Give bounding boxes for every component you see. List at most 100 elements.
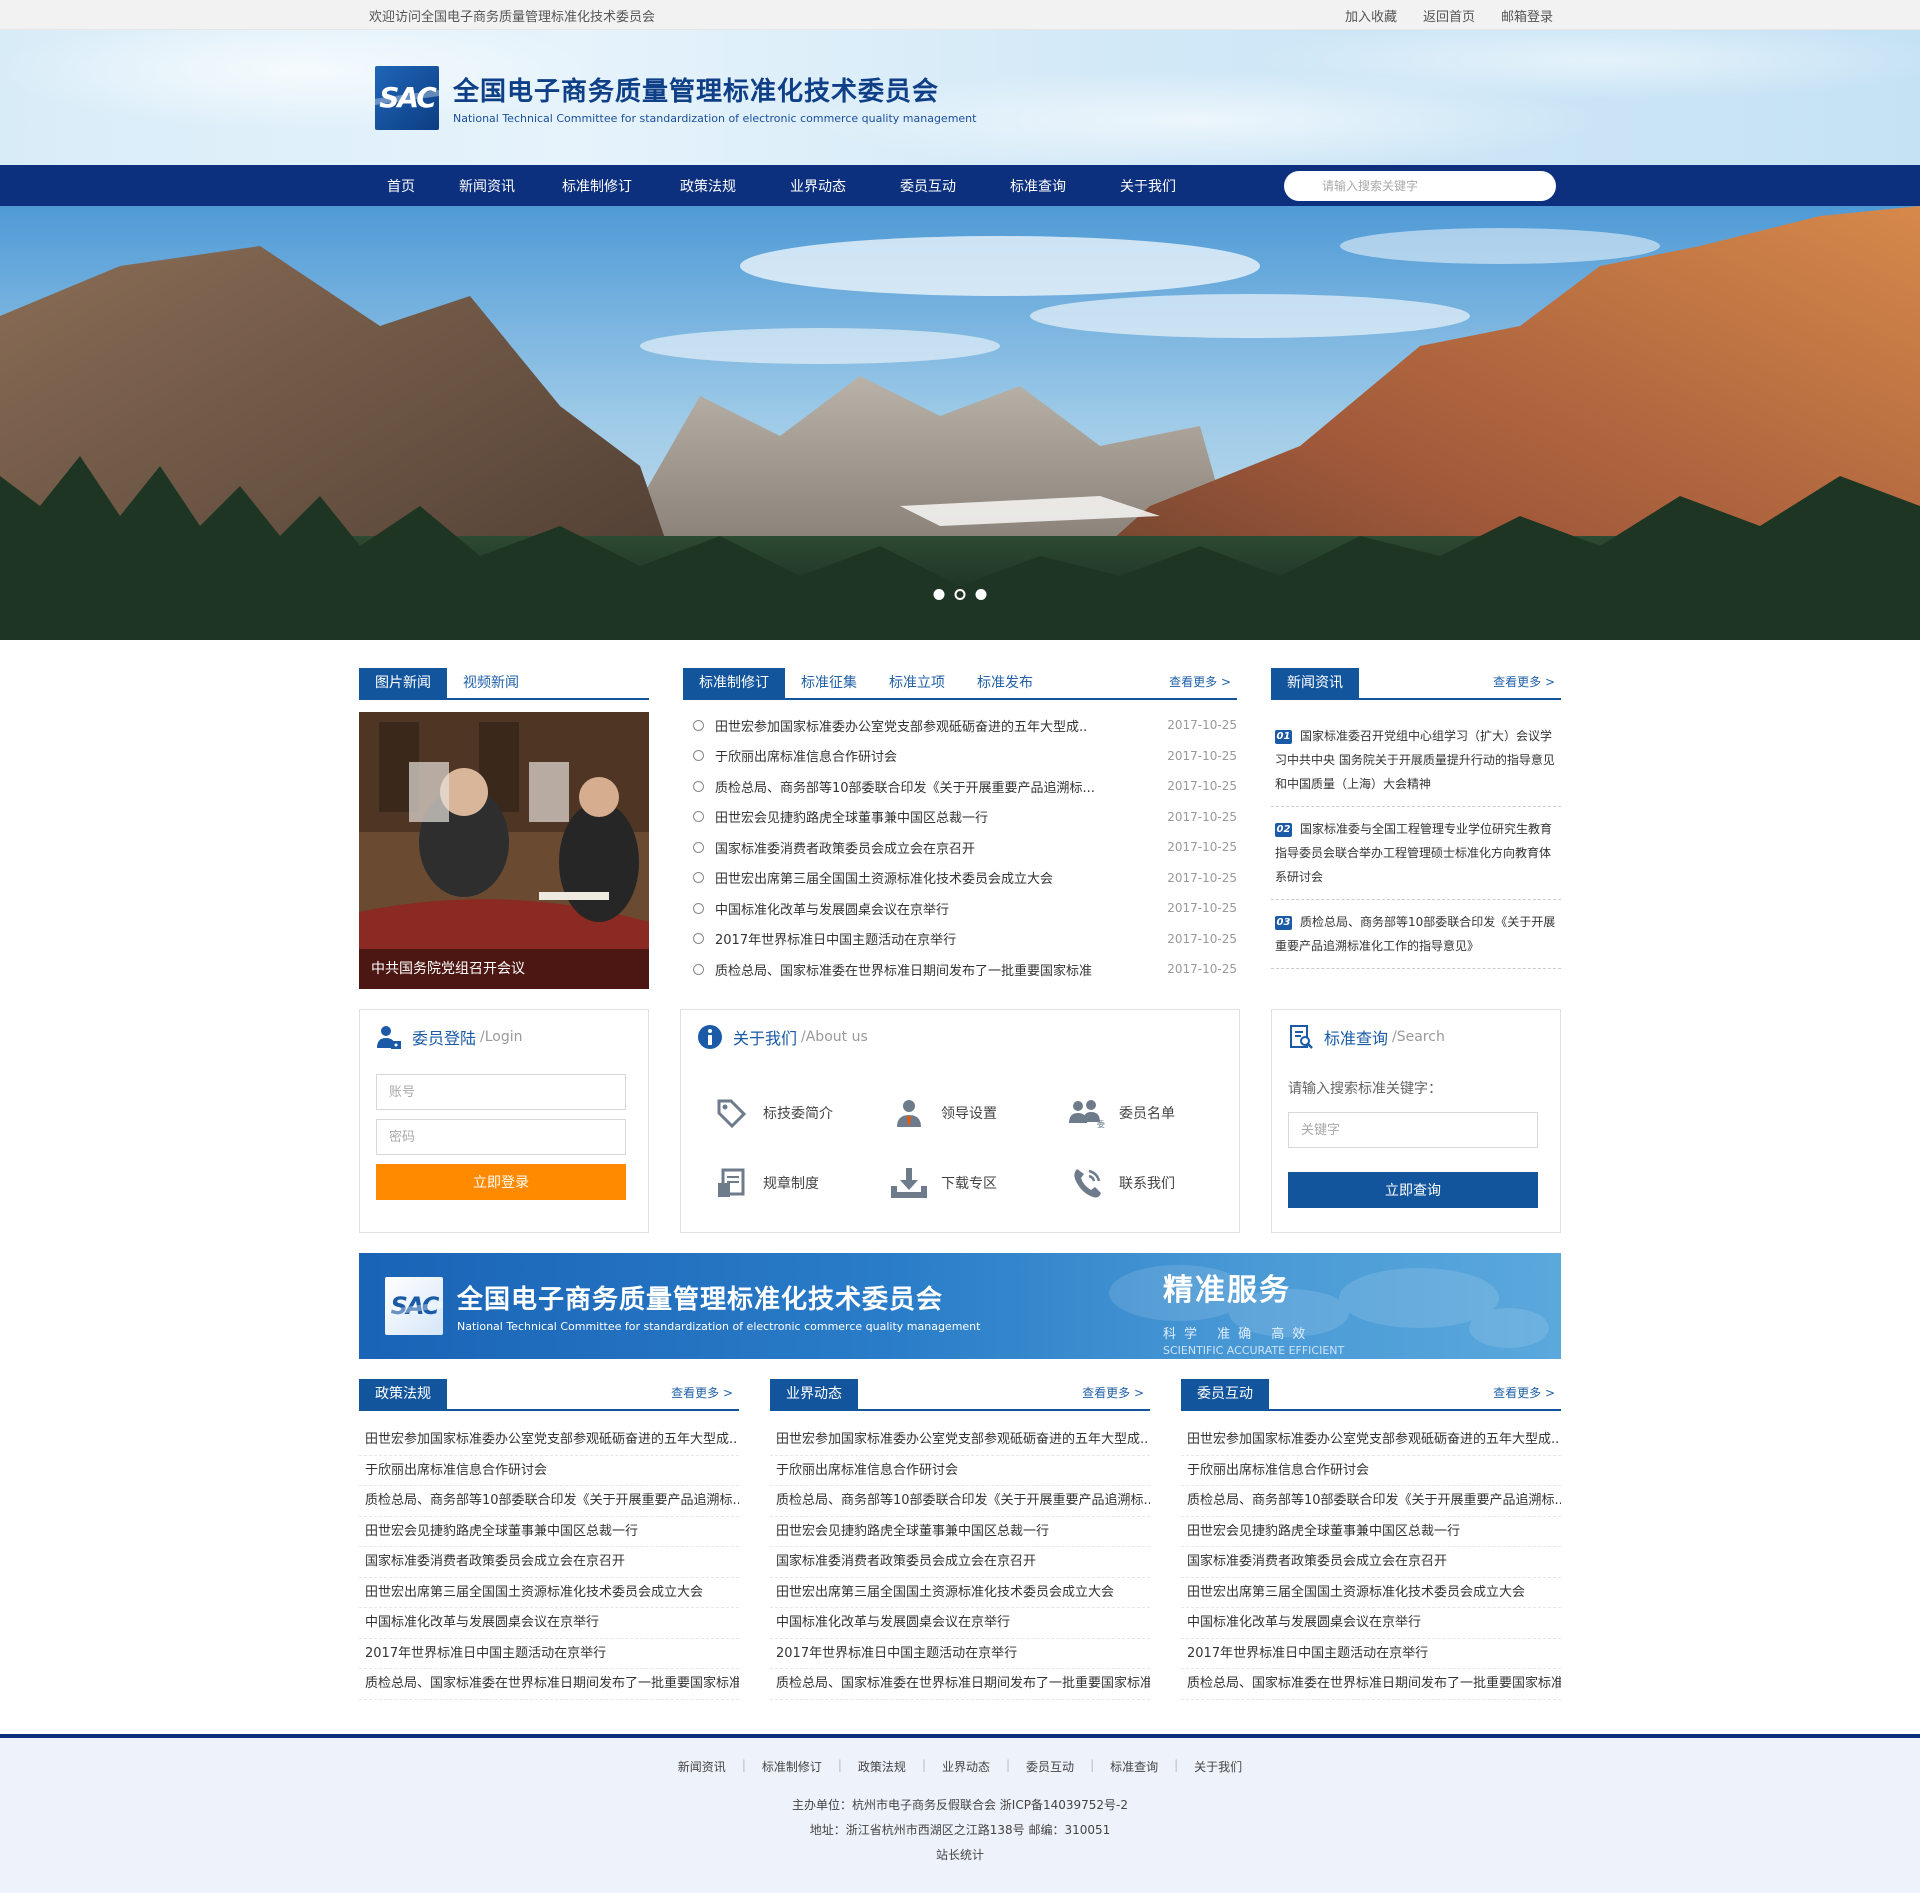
list-item[interactable]: 2017年世界标准日中国主题活动在京举行 — [1181, 1639, 1561, 1669]
about-rules-link[interactable]: 规章制度 — [711, 1148, 889, 1218]
list-item[interactable]: 田世宏参加国家标准委办公室党支部参观砥砺奋进的五年大型成.. — [1181, 1425, 1561, 1456]
about-members-link[interactable]: 委 委员名单 — [1067, 1078, 1245, 1148]
list-item[interactable]: 质检总局、商务部等10部委联合印发《关于开展重要产品追溯标... — [359, 1486, 739, 1517]
list-item[interactable]: 质检总局、国家标准委在世界标准日期间发布了一批重要国家标准 — [770, 1669, 1150, 1700]
carousel-dot[interactable] — [975, 589, 987, 600]
promo-banner[interactable]: SAC 全国电子商务质量管理标准化技术委员会 National Technica… — [359, 1253, 1561, 1359]
list-item[interactable]: 于欣丽出席标准信息合作研讨会 2017-10-25 — [683, 741, 1237, 772]
list-item[interactable]: 田世宏出席第三届全国国土资源标准化技术委员会成立大会 2017-10-25 — [683, 863, 1237, 894]
about-download-link[interactable]: 下载专区 — [889, 1148, 1067, 1218]
footer-link-standards[interactable]: 标准制修订 — [762, 1758, 822, 1775]
carousel-dot-active[interactable] — [954, 589, 966, 600]
tab-interaction[interactable]: 委员互动 — [1181, 1379, 1269, 1409]
footer-link-interaction[interactable]: 委员互动 — [1026, 1758, 1074, 1775]
sac-logo[interactable]: SAC — [375, 65, 439, 130]
list-item[interactable]: 于欣丽出席标准信息合作研讨会 — [359, 1456, 739, 1486]
list-item[interactable]: 2017年世界标准日中国主题活动在京举行 2017-10-25 — [683, 924, 1237, 955]
news-more-link[interactable]: 查看更多 > — [1493, 673, 1555, 690]
list-item[interactable]: 质检总局、商务部等10部委联合印发《关于开展重要产品追溯标... 2017-10-… — [683, 771, 1237, 802]
list-item[interactable]: 田世宏会见捷豹路虎全球董事兼中国区总裁一行 2017-10-25 — [683, 802, 1237, 833]
standards-more-link[interactable]: 查看更多 > — [1169, 673, 1231, 690]
email-login-link[interactable]: 邮箱登录 — [1501, 6, 1553, 25]
list-item[interactable]: 田世宏出席第三届全国国土资源标准化技术委员会成立大会 — [1181, 1578, 1561, 1608]
nav-query[interactable]: 标准查询 — [1010, 176, 1120, 196]
list-item[interactable]: 质检总局、商务部等10部委联合印发《关于开展重要产品追溯标... — [1181, 1486, 1561, 1517]
footer-link-query[interactable]: 标准查询 — [1110, 1758, 1158, 1775]
home-link[interactable]: 返回首页 — [1423, 6, 1475, 25]
list-item[interactable]: 中国标准化改革与发展圆桌会议在京举行 — [359, 1608, 739, 1639]
list-item[interactable]: 2017年世界标准日中国主题活动在京举行 — [770, 1639, 1150, 1669]
site-header: SAC 全国电子商务质量管理标准化技术委员会 National Technica… — [0, 30, 1920, 165]
list-item[interactable]: 质检总局、国家标准委在世界标准日期间发布了一批重要国家标准 — [359, 1669, 739, 1700]
bullet-icon — [693, 811, 704, 823]
list-item[interactable]: 中国标准化改革与发展圆桌会议在京举行 — [770, 1608, 1150, 1639]
footer-link-policy[interactable]: 政策法规 — [858, 1758, 906, 1775]
footer-stats-link[interactable]: 站长统计 — [0, 1843, 1920, 1868]
add-favorite-link[interactable]: 加入收藏 — [1345, 6, 1397, 25]
phone-icon — [1067, 1163, 1107, 1203]
list-item[interactable]: 02 国家标准委与全国工程管理专业学位研究生教育指导委员会联合举办工程管理硕士标准… — [1271, 807, 1561, 900]
list-item[interactable]: 03 质检总局、商务部等10部委联合印发《关于开展重要产品追溯标准化工作的指导意见… — [1271, 900, 1561, 969]
keyword-input[interactable] — [1288, 1112, 1538, 1148]
nav-about[interactable]: 关于我们 — [1120, 176, 1200, 196]
divider: | — [1006, 1758, 1011, 1772]
tab-standards-project[interactable]: 标准立项 — [873, 668, 961, 698]
tab-photo-news[interactable]: 图片新闻 — [359, 668, 447, 698]
list-item[interactable]: 田世宏参加国家标准委办公室党支部参观砥砺奋进的五年大型成.. 2017-10-25 — [683, 710, 1237, 741]
interaction-more-link[interactable]: 查看更多 > — [1493, 1384, 1555, 1401]
nav-industry[interactable]: 业界动态 — [790, 176, 900, 196]
nav-interaction[interactable]: 委员互动 — [900, 176, 1010, 196]
tab-news[interactable]: 新闻资讯 — [1271, 668, 1359, 698]
tab-standards-release[interactable]: 标准发布 — [961, 668, 1049, 698]
photo-news-image[interactable]: 中共国务院党组召开会议 — [359, 712, 649, 989]
nav-policy[interactable]: 政策法规 — [680, 176, 790, 196]
tab-industry[interactable]: 业界动态 — [770, 1379, 858, 1409]
tab-standards-collection[interactable]: 标准征集 — [785, 668, 873, 698]
list-item[interactable]: 中国标准化改革与发展圆桌会议在京举行 2017-10-25 — [683, 893, 1237, 924]
site-title-cn: 全国电子商务质量管理标准化技术委员会 — [453, 76, 940, 107]
password-input[interactable] — [376, 1119, 626, 1155]
list-item[interactable]: 田世宏参加国家标准委办公室党支部参观砥砺奋进的五年大型成.. — [770, 1425, 1150, 1456]
tab-video-news[interactable]: 视频新闻 — [447, 668, 535, 698]
list-item[interactable]: 于欣丽出席标准信息合作研讨会 — [770, 1456, 1150, 1486]
carousel-dot[interactable] — [933, 589, 945, 600]
tab-standards-revision[interactable]: 标准制修订 — [683, 668, 785, 698]
list-item[interactable]: 田世宏会见捷豹路虎全球董事兼中国区总裁一行 — [1181, 1517, 1561, 1547]
tab-policy[interactable]: 政策法规 — [359, 1379, 447, 1409]
about-intro-link[interactable]: 标技委简介 — [711, 1078, 889, 1148]
list-item[interactable]: 2017年世界标准日中国主题活动在京举行 — [359, 1639, 739, 1669]
list-item[interactable]: 国家标准委消费者政策委员会成立会在京召开 2017-10-25 — [683, 832, 1237, 863]
list-item[interactable]: 田世宏出席第三届全国国土资源标准化技术委员会成立大会 — [359, 1578, 739, 1608]
account-input[interactable] — [376, 1074, 626, 1110]
list-item[interactable]: 质检总局、国家标准委在世界标准日期间发布了一批重要国家标准 — [1181, 1669, 1561, 1700]
list-item[interactable]: 01 国家标准委召开党组中心组学习（扩大）会议学习中共中央 国务院关于开展质量提升… — [1271, 714, 1561, 807]
list-item[interactable]: 田世宏出席第三届全国国土资源标准化技术委员会成立大会 — [770, 1578, 1150, 1608]
list-item[interactable]: 田世宏参加国家标准委办公室党支部参观砥砺奋进的五年大型成.. — [359, 1425, 739, 1456]
list-item[interactable]: 于欣丽出席标准信息合作研讨会 — [1181, 1456, 1561, 1486]
list-item[interactable]: 国家标准委消费者政策委员会成立会在京召开 — [1181, 1547, 1561, 1578]
nav-standards[interactable]: 标准制修订 — [562, 176, 680, 196]
list-item[interactable]: 田世宏会见捷豹路虎全球董事兼中国区总裁一行 — [359, 1517, 739, 1547]
bullet-icon — [693, 963, 704, 975]
industry-more-link[interactable]: 查看更多 > — [1082, 1384, 1144, 1401]
about-members-label: 委员名单 — [1119, 1106, 1175, 1122]
list-item[interactable]: 质检总局、商务部等10部委联合印发《关于开展重要产品追溯标... — [770, 1486, 1150, 1517]
list-item[interactable]: 田世宏会见捷豹路虎全球董事兼中国区总裁一行 — [770, 1517, 1150, 1547]
list-item[interactable]: 中国标准化改革与发展圆桌会议在京举行 — [1181, 1608, 1561, 1639]
footer-link-industry[interactable]: 业界动态 — [942, 1758, 990, 1775]
list-item[interactable]: 质检总局、国家标准委在世界标准日期间发布了一批重要国家标准 2017-10-25 — [683, 954, 1237, 985]
nav-home[interactable]: 首页 — [387, 176, 459, 196]
mountain-landscape-image — [0, 206, 1920, 640]
about-leaders-link[interactable]: 领导设置 — [889, 1078, 1067, 1148]
list-item[interactable]: 国家标准委消费者政策委员会成立会在京召开 — [359, 1547, 739, 1578]
footer-link-news[interactable]: 新闻资讯 — [678, 1758, 726, 1775]
footer-link-about[interactable]: 关于我们 — [1194, 1758, 1242, 1775]
query-button[interactable]: 立即查询 — [1288, 1172, 1538, 1208]
nav-search-input[interactable] — [1284, 170, 1556, 201]
policy-more-link[interactable]: 查看更多 > — [671, 1384, 733, 1401]
bullet-icon — [693, 933, 704, 945]
nav-news[interactable]: 新闻资讯 — [459, 176, 562, 196]
login-button[interactable]: 立即登录 — [376, 1164, 626, 1200]
list-item[interactable]: 国家标准委消费者政策委员会成立会在京召开 — [770, 1547, 1150, 1578]
about-contact-link[interactable]: 联系我们 — [1067, 1148, 1245, 1218]
